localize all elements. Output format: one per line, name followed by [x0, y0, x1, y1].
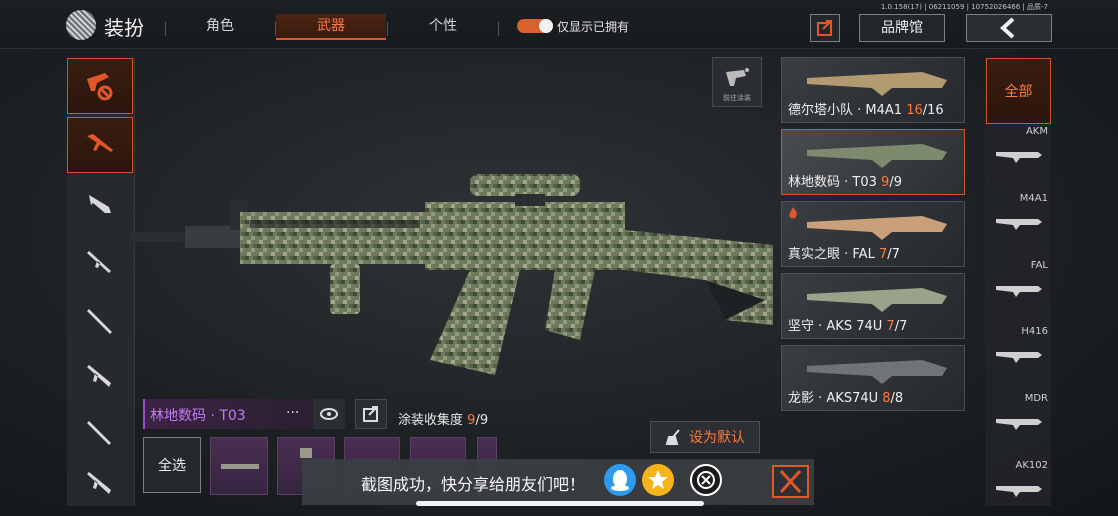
more-options-button[interactable]: ···	[286, 405, 299, 421]
assault-rifle-icon	[87, 134, 113, 152]
marksman-rifle-icon	[87, 365, 111, 387]
back-button[interactable]	[966, 14, 1052, 42]
collection-total: /9	[475, 413, 489, 428]
close-icon	[779, 469, 802, 494]
category-shotgun[interactable]	[67, 234, 133, 290]
filter-rifle-icon[interactable]	[994, 480, 1044, 498]
skin-thumbnail-rifle	[807, 216, 947, 240]
version-text: 1.0.158(17) | 06211059 | 10752026466 | 品…	[880, 3, 1048, 11]
toggle-knob	[539, 19, 553, 33]
filter-weapon-name[interactable]: AKM	[990, 126, 1048, 137]
filter-weapon-name[interactable]: AK102	[990, 460, 1049, 471]
share-skin-button[interactable]	[355, 399, 387, 429]
globe-logo-icon	[66, 10, 96, 40]
qzone-share-icon[interactable]	[642, 464, 674, 496]
share-icon[interactable]	[810, 14, 840, 42]
wechat-moments-share-icon[interactable]	[690, 464, 722, 496]
skin-total: /9	[889, 175, 902, 190]
go-paint-label: 前往涂装	[723, 94, 751, 102]
skin-owned: 7	[878, 247, 888, 262]
select-all-button[interactable]: 全选	[143, 437, 201, 493]
filter-weapon-name[interactable]: M4A1	[990, 193, 1048, 204]
go-paint-button[interactable]: 前往涂装	[712, 57, 762, 107]
skin-name: 真实之眼 · FAL	[788, 247, 875, 262]
weapon-camo-rifle-image	[130, 174, 773, 375]
category-launcher[interactable]	[67, 460, 133, 506]
spray-gun-icon	[726, 68, 749, 86]
skin-card[interactable]: 龙影 · AKS74U 8/8	[781, 345, 965, 411]
launcher-icon	[87, 472, 111, 494]
skin-total: /7	[894, 319, 908, 334]
shotgun-icon	[87, 251, 111, 273]
category-pistol[interactable]	[67, 404, 133, 460]
part-slot[interactable]	[210, 437, 268, 495]
filter-rifle-icon[interactable]	[994, 413, 1044, 431]
tab-character[interactable]: 角色	[165, 14, 275, 38]
share-icon	[363, 406, 378, 422]
close-toast-button[interactable]	[772, 465, 809, 498]
skin-total: /8	[890, 391, 904, 406]
preview-button[interactable]	[313, 399, 345, 429]
skin-name: 龙影 · AKS74U	[788, 391, 879, 406]
set-default-label: 设为默认	[689, 430, 745, 446]
skin-card-selected[interactable]: 林地数码 · T03 9/9	[781, 129, 965, 195]
skin-card[interactable]: 德尔塔小队 · M4A1 16/16	[781, 57, 965, 123]
filter-rifle-icon[interactable]	[994, 346, 1044, 364]
filter-all-button[interactable]: 全部	[986, 58, 1051, 124]
skin-owned: 8	[882, 391, 891, 406]
skin-thumbnail-rifle	[807, 288, 947, 312]
skin-total: /16	[922, 103, 944, 118]
tab-weapon[interactable]: 武器	[276, 14, 386, 40]
filter-weapon-name[interactable]: MDR	[990, 393, 1048, 404]
weapon-category-icon	[87, 73, 113, 101]
divider	[498, 22, 499, 36]
collection-label: 涂装收集度	[398, 413, 464, 428]
skin-name: 林地数码 · T03	[788, 175, 877, 190]
part-thumbnail	[221, 464, 259, 469]
filter-weapon-name[interactable]: H416	[990, 326, 1048, 337]
owned-only-label: 仅显示已拥有	[557, 20, 630, 34]
skin-card[interactable]: 坚守 · AKS 74U 7/7	[781, 273, 965, 339]
skin-name: 德尔塔小队 · M4A1	[788, 103, 903, 118]
category-sniper[interactable]	[67, 292, 133, 348]
tab-personality[interactable]: 个性	[388, 14, 498, 38]
skin-owned: 7	[886, 319, 895, 334]
sniper-rifle-icon	[87, 309, 112, 334]
filter-weapon-name[interactable]: FAL	[990, 260, 1048, 271]
brand-hall-button[interactable]: 品牌馆	[859, 14, 945, 42]
skin-name: 坚守 · AKS 74U	[788, 319, 883, 334]
skin-thumbnail-rifle	[807, 360, 947, 384]
smg-icon	[89, 195, 111, 213]
pistol-icon	[87, 421, 111, 445]
chevron-left-icon	[1000, 17, 1015, 39]
page-title: 装扮	[104, 16, 144, 40]
eye-icon	[320, 408, 338, 420]
category-marksman[interactable]	[67, 348, 133, 404]
home-indicator	[416, 501, 704, 506]
skin-owned: 16	[906, 103, 923, 118]
selected-skin-name: 林地数码 · T03	[150, 408, 246, 424]
limited-flame-icon	[789, 207, 797, 219]
broom-icon	[665, 429, 680, 445]
skin-card[interactable]: 真实之眼 · FAL 7/7	[781, 201, 965, 267]
category-smg[interactable]	[67, 176, 133, 232]
category-assault-rifle[interactable]	[67, 117, 133, 173]
skin-thumbnail-rifle	[807, 144, 947, 168]
toast-message: 截图成功，快分享给朋友们吧！	[361, 475, 586, 494]
set-default-button[interactable]: 设为默认	[650, 421, 760, 453]
skin-thumbnail-rifle	[807, 72, 947, 96]
filter-rifle-icon[interactable]	[994, 280, 1044, 298]
category-weapon-icon-button[interactable]	[67, 58, 133, 114]
filter-rifle-icon[interactable]	[994, 213, 1044, 231]
qq-share-icon[interactable]	[604, 464, 636, 496]
skin-total: /7	[887, 247, 900, 262]
filter-rifle-icon[interactable]	[994, 146, 1044, 164]
